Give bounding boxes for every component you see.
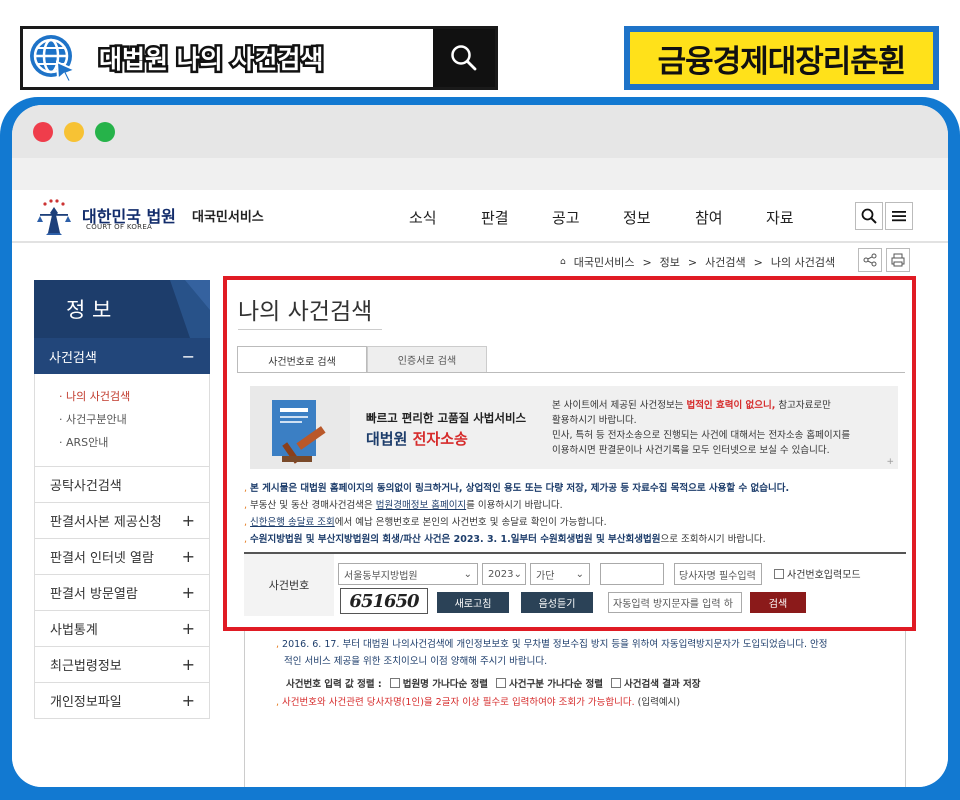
channel-name: 금융경제대장리춘휜 <box>630 32 933 84</box>
sidebar-list: 공탁사건검색 판결서사본 제공신청 + 판결서 인터넷 열람 + 판결서 방문열람 +… <box>34 466 210 719</box>
highlight-box <box>223 276 916 631</box>
sort-by-court-checkbox[interactable] <box>389 678 400 688</box>
banner-search-button[interactable] <box>433 29 495 87</box>
submenu-item-case-types[interactable]: · 사건구분안내 <box>59 411 127 427</box>
browser-tabstrip <box>12 158 948 190</box>
sort-options: 사건번호 입력 값 정렬 : 법원명 가나다순 정렬 사건구분 가나다순 정렬 … <box>286 676 701 690</box>
sort-by-type-option[interactable]: 사건구분 가나다순 정렬 <box>495 676 603 690</box>
captcha-notice-line: , 2016. 6. 17. 부터 대법원 나의사건검색에 개인정보보호 및 무… <box>276 639 828 650</box>
sidebar-item-case-search[interactable]: 사건검색 − <box>34 338 210 374</box>
breadcrumb-item[interactable]: 정보 <box>660 254 680 270</box>
sidebar-item-label: 사건검색 <box>49 350 97 366</box>
nav-notices[interactable]: 공고 <box>552 207 580 228</box>
breadcrumb-separator: > <box>753 255 763 269</box>
submenu-label: ARS안내 <box>66 436 109 449</box>
sidebar-item-privacy-files[interactable]: 개인정보파일 + <box>35 683 210 719</box>
header-divider <box>12 241 948 243</box>
minimize-window-dot[interactable] <box>64 122 84 142</box>
sidebar-item-label: 판결서 방문열람 <box>50 587 138 602</box>
breadcrumb: ⌂ 대국민서비스 > 정보 > 사건검색 > 나의 사건검색 <box>560 254 835 270</box>
sidebar-submenu: · 나의 사건검색 · 사건구분안내 · ARS안내 <box>34 374 210 466</box>
search-icon <box>861 208 877 224</box>
maximize-window-dot[interactable] <box>95 122 115 142</box>
sidebar-item-label: 공탁사건검색 <box>50 479 122 494</box>
captcha-notice-text: 2016. 6. 17. 부터 대법원 나의사건검색에 개인정보보호 및 무차별… <box>282 639 828 650</box>
sidebar-item-statistics[interactable]: 사법통계 + <box>35 611 210 647</box>
print-button[interactable] <box>886 248 910 272</box>
nav-information[interactable]: 정보 <box>623 207 651 228</box>
site-search-button[interactable] <box>855 202 883 230</box>
sidebar-item-judgment-online[interactable]: 판결서 인터넷 열람 + <box>35 539 210 575</box>
sort-by-type-checkbox[interactable] <box>495 678 506 688</box>
close-window-dot[interactable] <box>33 122 53 142</box>
search-banner[interactable]: 대법원 나의 사건검색 <box>20 26 498 90</box>
breadcrumb-separator: > <box>642 255 652 269</box>
input-example-link[interactable]: (입력예시) <box>635 697 680 708</box>
nav-materials[interactable]: 자료 <box>766 207 794 228</box>
captcha-notice: , 2016. 6. 17. 부터 대법원 나의사건검색에 개인정보보호 및 무… <box>276 636 827 670</box>
sidebar-heading-decoration <box>170 280 210 338</box>
save-results-checkbox[interactable] <box>611 678 621 688</box>
court-emblem-icon <box>34 195 74 235</box>
sidebar-item-judgment-visit[interactable]: 판결서 방문열람 + <box>35 575 210 611</box>
breadcrumb-item[interactable]: 사건검색 <box>705 254 745 270</box>
captcha-notice-line: 적인 서비스 제공을 위한 조치이오니 이점 양해해 주시기 바랍니다. <box>284 656 548 667</box>
sidebar-heading: 정 보 <box>34 280 210 338</box>
home-icon[interactable]: ⌂ <box>560 257 566 267</box>
nav-judgments[interactable]: 판결 <box>481 207 509 228</box>
collapse-icon[interactable]: − <box>182 347 195 366</box>
search-icon <box>451 45 477 71</box>
share-button[interactable] <box>858 248 882 272</box>
expand-icon[interactable]: + <box>182 619 195 638</box>
globe-cursor-icon <box>30 35 78 84</box>
sidebar-item-label: 최근법령정보 <box>50 659 122 674</box>
window-titlebar <box>12 105 948 158</box>
breadcrumb-separator: > <box>687 255 698 269</box>
sort-by-court-option[interactable]: 법원명 가나다순 정렬 <box>389 676 488 690</box>
sidebar-item-laws[interactable]: 최근법령정보 + <box>35 647 210 683</box>
nav-participation[interactable]: 참여 <box>695 207 723 228</box>
court-logo-subtitle: COURT OF KOREA <box>86 223 153 231</box>
sidebar-item-label: 개인정보파일 <box>50 695 122 710</box>
sort-label: 사건번호 입력 값 정렬 : <box>286 679 382 690</box>
expand-icon[interactable]: + <box>182 583 195 602</box>
sidebar-item-judgment-copy[interactable]: 판결서사본 제공신청 + <box>35 503 210 539</box>
sidebar-item-label: 사법통계 <box>50 623 98 638</box>
sidebar-heading-text: 정 보 <box>66 298 112 322</box>
sort-option-label: 사건검색 결과 저장 <box>624 679 701 690</box>
web-page: 대한민국 법원 COURT OF KOREA 대국민서비스 소식 판결 공고 정… <box>12 190 948 787</box>
input-warning-text: 사건번호와 사건관련 당사자명(1인)을 2글자 이상 필수로 입력하여야 조회… <box>282 697 635 708</box>
submenu-label: 나의 사건검색 <box>66 390 131 403</box>
submenu-item-ars[interactable]: · ARS안내 <box>59 434 108 450</box>
expand-icon[interactable]: + <box>182 547 195 566</box>
breadcrumb-item[interactable]: 나의 사건검색 <box>771 254 835 270</box>
expand-icon[interactable]: + <box>182 511 195 530</box>
expand-icon[interactable]: + <box>182 691 195 710</box>
submenu-label: 사건구분안내 <box>66 413 127 426</box>
breadcrumb-item[interactable]: 대국민서비스 <box>574 254 635 270</box>
share-icon <box>863 253 877 267</box>
print-icon <box>891 253 905 267</box>
banner-search-text: 대법원 나의 사건검색 <box>97 43 326 77</box>
save-results-option[interactable]: 사건검색 결과 저장 <box>611 676 701 690</box>
submenu-item-my-case-search[interactable]: · 나의 사건검색 <box>59 388 130 404</box>
sort-option-label: 사건구분 가나다순 정렬 <box>508 679 603 690</box>
sort-option-label: 법원명 가나다순 정렬 <box>402 679 488 690</box>
expand-icon[interactable]: + <box>182 655 195 674</box>
service-name[interactable]: 대국민서비스 <box>192 206 264 225</box>
input-warning: , 사건번호와 사건관련 당사자명(1인)을 2글자 이상 필수로 입력하여야 … <box>276 697 681 708</box>
hamburger-menu-icon <box>892 211 906 222</box>
sidebar-item-label: 판결서사본 제공신청 <box>50 515 162 530</box>
channel-name-box: 금융경제대장리춘휜 <box>624 26 939 90</box>
browser-window: 대한민국 법원 COURT OF KOREA 대국민서비스 소식 판결 공고 정… <box>12 105 948 787</box>
sidebar-item-label: 판결서 인터넷 열람 <box>50 551 154 566</box>
menu-button[interactable] <box>885 202 913 230</box>
sidebar-item-deposit-search[interactable]: 공탁사건검색 <box>35 467 210 503</box>
nav-news[interactable]: 소식 <box>409 207 437 228</box>
